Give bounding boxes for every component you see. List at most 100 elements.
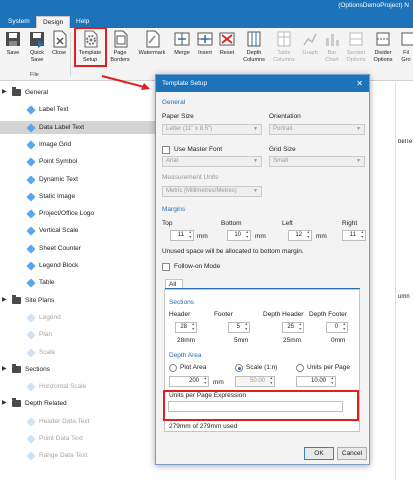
page-borders-button[interactable]: Page Borders xyxy=(108,30,132,63)
element-icon xyxy=(26,417,36,427)
left-margin-unit: mm xyxy=(316,233,327,240)
depth-footer-input[interactable]: 0 ▲ ▼ xyxy=(326,322,348,333)
depth-columns-button[interactable]: Depth Columns xyxy=(240,30,268,63)
menu-tab-system[interactable]: System xyxy=(2,16,36,28)
template-setup-highlight xyxy=(74,27,107,67)
scale-radio[interactable] xyxy=(235,364,243,372)
depth-header-value: 25 xyxy=(287,324,294,330)
save-icon xyxy=(4,30,22,48)
tree-item-label: Label Text xyxy=(39,106,69,114)
background-panel: belTe umn xyxy=(395,83,413,480)
bottom-margin-label: Bottom xyxy=(221,220,242,227)
caret-icon[interactable]: ▶ xyxy=(2,397,7,410)
measurement-units-select[interactable]: Metric (Millimetres/Metres) ▼ xyxy=(162,186,262,197)
left-margin-input[interactable]: 12 ▲ ▼ xyxy=(288,230,312,241)
plot-area-input[interactable]: 200 ▲ ▼ xyxy=(169,376,209,387)
table-columns-button[interactable]: Table Columns xyxy=(271,30,297,63)
spinner-arrows-icon[interactable]: ▲ ▼ xyxy=(245,322,248,332)
plot-area-unit: mm xyxy=(213,379,224,386)
graph-button[interactable]: Graph xyxy=(300,30,320,57)
quick-save-button[interactable]: Quick Save xyxy=(26,30,48,63)
element-icon xyxy=(26,209,36,219)
scale-input[interactable]: 50.00 ▲ ▼ xyxy=(235,376,275,387)
merge-button[interactable]: Merge xyxy=(171,30,193,57)
divider-options-button[interactable]: Divider Options xyxy=(370,30,396,63)
watermark-button[interactable]: Watermark xyxy=(135,30,169,57)
chevron-down-icon: ▼ xyxy=(356,126,361,132)
top-margin-input[interactable]: 11 ▲ ▼ xyxy=(170,230,194,241)
bar-chart-icon xyxy=(323,30,341,48)
bar-chart-button[interactable]: Bar Chart xyxy=(322,30,342,63)
depth-header-input[interactable]: 25 ▲ ▼ xyxy=(282,322,304,333)
spinner-arrows-icon[interactable]: ▲ ▼ xyxy=(299,322,302,332)
spinner-arrows-icon[interactable]: ▲ ▼ xyxy=(331,376,334,386)
follow-on-mode-checkbox[interactable] xyxy=(162,263,170,271)
tree-item-label: Site Plans xyxy=(25,296,55,304)
ribbon-separator xyxy=(70,32,71,76)
right-margin-label: Right xyxy=(342,220,358,227)
caret-icon[interactable]: ▶ xyxy=(2,363,7,376)
spinner-arrows-icon[interactable]: ▲ ▼ xyxy=(192,322,195,332)
bar-chart-label: Bar Chart xyxy=(325,50,339,63)
footer-input[interactable]: 5 ▲ ▼ xyxy=(228,322,250,333)
close-button[interactable]: Close xyxy=(49,30,69,57)
caret-icon[interactable]: ▶ xyxy=(2,86,7,99)
margin-note: Unused space will be allocated to bottom… xyxy=(162,248,304,255)
tree-item-label: Point Data Text xyxy=(39,435,83,442)
watermark-label: Watermark xyxy=(138,50,166,56)
table-columns-label: Table Columns xyxy=(273,50,295,63)
depth-footer-label: Depth Footer xyxy=(309,311,347,318)
tree-item-label: Header Data Text xyxy=(39,417,90,425)
paper-size-select[interactable]: Letter (11" x 8.5") ▼ xyxy=(162,124,262,135)
spinner-arrows-icon[interactable]: ▲ ▼ xyxy=(189,230,192,240)
save-label: Save xyxy=(6,50,20,56)
spinner-arrows-icon[interactable]: ▲ ▼ xyxy=(307,230,310,240)
chevron-down-icon: ▼ xyxy=(356,158,361,164)
tree-item-label: Range Data Text xyxy=(39,452,88,460)
tree-item-label: Sections xyxy=(25,365,50,373)
plot-area-radio[interactable] xyxy=(169,364,177,372)
section-options-button[interactable]: Section Options xyxy=(344,30,368,63)
spinner-arrows-icon[interactable]: ▲ ▼ xyxy=(246,230,249,240)
depth-columns-label: Depth Columns xyxy=(243,50,265,63)
spinner-arrows-icon[interactable]: ▲ ▼ xyxy=(361,230,364,240)
units-per-page-input[interactable]: 10.00 ▲ ▼ xyxy=(296,376,336,387)
save-button[interactable]: Save xyxy=(2,30,24,57)
ribbon-group-file: File xyxy=(30,72,39,78)
menu-bar: System Design Help (OptionsDemoProject) … xyxy=(0,0,413,28)
menu-tab-design[interactable]: Design xyxy=(36,16,71,28)
cancel-button[interactable]: Cancel xyxy=(337,447,367,460)
element-icon xyxy=(26,347,36,358)
element-icon xyxy=(26,105,36,115)
expression-highlight xyxy=(163,390,359,421)
bottom-margin-value: 10 xyxy=(234,232,241,238)
depth-columns-icon xyxy=(245,30,263,48)
units-per-page-radio[interactable] xyxy=(296,364,304,372)
bottom-margin-input[interactable]: 10 ▲ ▼ xyxy=(227,230,251,241)
element-icon xyxy=(26,451,36,461)
close-icon[interactable]: ✕ xyxy=(356,75,363,92)
insert-button[interactable]: Insert xyxy=(195,30,215,57)
template-setup-dialog: Template Setup ✕ General Paper Size Lett… xyxy=(155,74,370,465)
background-column-fragment: umn xyxy=(398,294,410,300)
caret-icon[interactable]: ▶ xyxy=(2,294,7,307)
spinner-arrows-icon[interactable]: ▲ ▼ xyxy=(270,376,273,386)
right-margin-input[interactable]: 11 ▲ ▼ xyxy=(342,230,366,241)
depth-area-heading: Depth Area xyxy=(169,352,202,359)
font-select[interactable]: Arial ▼ xyxy=(162,156,262,167)
fill-group-button[interactable]: Fil Gro xyxy=(399,30,413,63)
graph-label: Graph xyxy=(302,50,318,56)
use-master-font-checkbox[interactable] xyxy=(162,146,170,154)
spinner-arrows-icon[interactable]: ▲ ▼ xyxy=(343,322,346,332)
ok-button[interactable]: OK xyxy=(304,447,334,460)
orientation-select[interactable]: Portrait ▼ xyxy=(269,124,365,135)
header-input[interactable]: 28 ▲ ▼ xyxy=(175,322,197,333)
spinner-arrows-icon[interactable]: ▲ ▼ xyxy=(204,376,207,386)
tree-item-label: Static Image xyxy=(39,192,76,200)
annotation-arrow xyxy=(101,75,150,90)
grid-size-select[interactable]: Small ▼ xyxy=(269,156,365,167)
paper-size-value: Letter (11" x 8.5") xyxy=(166,126,213,132)
reset-button[interactable]: Reset xyxy=(217,30,237,57)
chevron-down-icon: ▼ xyxy=(253,188,258,194)
tree-item[interactable]: Data Label Text xyxy=(0,120,165,134)
